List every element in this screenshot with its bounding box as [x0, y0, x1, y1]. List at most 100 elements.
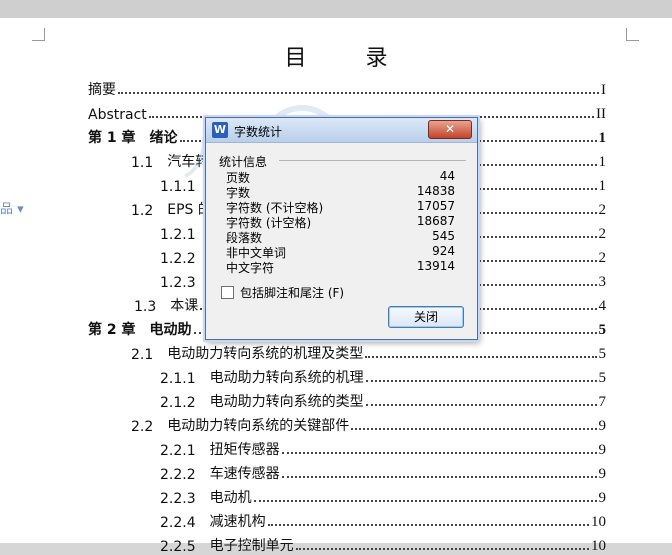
stat-value: 14838	[416, 184, 455, 198]
include-footnotes-option[interactable]: 包括脚注和尾注 (F)	[221, 284, 344, 301]
stat-label: 段落数	[226, 231, 263, 245]
section-divider	[279, 160, 466, 161]
stat-label: 字数	[226, 186, 251, 200]
stat-row: 字符数 (不计空格) 17057	[226, 199, 455, 215]
toc-dot-leader	[253, 500, 597, 502]
toc-entry-page: 9	[598, 466, 607, 482]
toc-entry-number: 1.2.3	[160, 275, 196, 291]
toc-entry-number: 1.2.1	[160, 227, 196, 243]
stat-row: 字符数 (计空格) 18687	[226, 214, 455, 230]
toc-entry[interactable]: 2.2.4 减速机构 10	[160, 509, 606, 531]
toc-entry-page: 9	[598, 490, 607, 506]
toc-entry-number: 第 1 章	[88, 130, 136, 146]
toc-entry-label: 电动助力转向系统的机理	[209, 370, 364, 386]
toc-entry-page: II	[596, 106, 606, 122]
stat-label: 非中文单词	[226, 246, 287, 260]
close-button[interactable]: 关闭	[388, 306, 464, 328]
dialog-titlebar[interactable]: W 字数统计 ✕	[206, 118, 477, 143]
toc-entry-number: 1.3	[134, 299, 157, 315]
toc-entry-page: 5	[598, 370, 607, 386]
wps-app-icon: W	[212, 122, 228, 138]
toc-dot-leader	[365, 380, 597, 382]
stat-value: 13914	[416, 259, 455, 273]
toc-entry[interactable]: 2.1.1 电动助力转向系统的机理 5	[160, 365, 606, 387]
toc-entry-number: 2.1.2	[160, 395, 196, 411]
stat-value: 924	[432, 244, 455, 258]
stat-label: 页数	[226, 171, 251, 185]
toc-entry-number: 2.2.1	[160, 443, 196, 459]
toc-entry-page: 1	[598, 178, 607, 194]
toc-entry-label: 电动助	[149, 322, 192, 338]
toc-entry[interactable]: 2.2.1 扭矩传感器 9	[160, 437, 606, 459]
toc-entry-page: 2	[598, 226, 607, 242]
include-footnotes-checkbox[interactable]	[221, 286, 234, 299]
stat-row: 非中文单词 924	[226, 244, 455, 260]
toc-entry-number: 2.2.5	[160, 539, 196, 555]
toc-entry-label: 汽车转	[167, 154, 210, 170]
stat-label: 字符数 (计空格)	[226, 216, 312, 230]
toc-entry-page: 1	[598, 154, 607, 170]
toc-entry-page: 2	[598, 202, 607, 218]
toc-entry-number: 2.2.3	[160, 491, 196, 507]
toc-entry-page: 10	[591, 514, 606, 530]
word-count-dialog: W 字数统计 ✕ 统计信息 页数 44 字数 14838 字符数 (不计空格) 17057…	[205, 117, 478, 340]
toc-entry[interactable]: 2.2.2 车速传感器 9	[160, 461, 606, 483]
toc-entry-label: 电动助力转向系统的机理及类型	[167, 346, 364, 362]
toc-entry-page: 2	[598, 250, 607, 266]
toc-entry[interactable]: 2.2 电动助力转向系统的关键部件 9	[131, 413, 606, 435]
include-footnotes-label: 包括脚注和尾注 (F)	[240, 286, 345, 300]
toc-entry-number: 1.2	[131, 203, 154, 219]
toc-entry[interactable]: 2.2.5 电子控制单元 10	[160, 533, 606, 555]
toc-entry-page: I	[601, 82, 606, 98]
toc-entry-page: 5	[598, 322, 607, 338]
stat-row: 页数 44	[226, 169, 455, 185]
toc-entry-number: 2.2	[131, 419, 154, 435]
toc-entry-number: 1.1	[131, 155, 154, 171]
toc-dot-leader	[281, 452, 597, 454]
paragraph-marker-icon[interactable]: 品 ▾	[0, 198, 24, 217]
toc-entry-label: 绪论	[149, 130, 178, 146]
toc-entry-label: Abstract	[88, 107, 147, 123]
toc-entry-number: 1.1.1	[160, 179, 196, 195]
toc-entry-label: 本课	[170, 298, 199, 314]
toc-entry-page: 1	[598, 130, 607, 146]
toc-dot-leader	[267, 524, 589, 526]
toc-entry[interactable]: 摘要 I	[88, 77, 606, 99]
toc-entry-label: 减速机构	[209, 514, 266, 530]
stat-row: 中文字符 13914	[226, 259, 455, 275]
stat-value: 18687	[416, 214, 455, 228]
toc-entry[interactable]: 2.2.3 电动机 9	[160, 485, 606, 507]
toc-entry-label: 摘要	[88, 82, 116, 98]
toc-entry-label: 扭矩传感器	[209, 442, 280, 458]
toc-entry-page: 9	[598, 442, 607, 458]
stat-value: 44	[439, 169, 455, 183]
toc-entry-number: 2.2.2	[160, 467, 196, 483]
stat-row: 段落数 545	[226, 229, 455, 245]
toc-entry-page: 3	[598, 274, 607, 290]
toc-entry-page: 5	[598, 346, 607, 362]
toc-dot-leader	[118, 92, 599, 94]
toc-entry[interactable]: 2.1 电动助力转向系统的机理及类型 5	[131, 341, 606, 363]
toc-entry-number: 2.2.4	[160, 515, 196, 531]
toc-dot-leader	[295, 548, 589, 550]
toc-entry-number: 2.1.1	[160, 371, 196, 387]
toc-entry-label: 电子控制单元	[209, 538, 294, 554]
stat-row: 字数 14838	[226, 184, 455, 200]
toc-entry[interactable]: 2.1.2 电动助力转向系统的类型 7	[160, 389, 606, 411]
toc-entry-page: 4	[598, 298, 607, 314]
toc-entry-label: 电动助力转向系统的类型	[209, 394, 364, 410]
toc-entry-label: 电动机	[209, 490, 252, 506]
toc-title: 目 录	[284, 46, 414, 71]
stat-value: 545	[432, 229, 455, 243]
toc-dot-leader	[351, 428, 597, 430]
toc-entry-page: 7	[598, 394, 607, 410]
toc-entry-number: 第 2 章	[88, 322, 136, 338]
close-icon[interactable]: ✕	[428, 120, 472, 139]
stat-value: 17057	[416, 199, 455, 213]
toc-dot-leader	[365, 356, 597, 358]
stat-label: 中文字符	[226, 261, 275, 275]
dialog-title: 字数统计	[234, 125, 283, 139]
toc-dot-leader	[365, 404, 597, 406]
toc-entry-label: 车速传感器	[209, 466, 280, 482]
toc-entry-page: 10	[591, 538, 606, 554]
